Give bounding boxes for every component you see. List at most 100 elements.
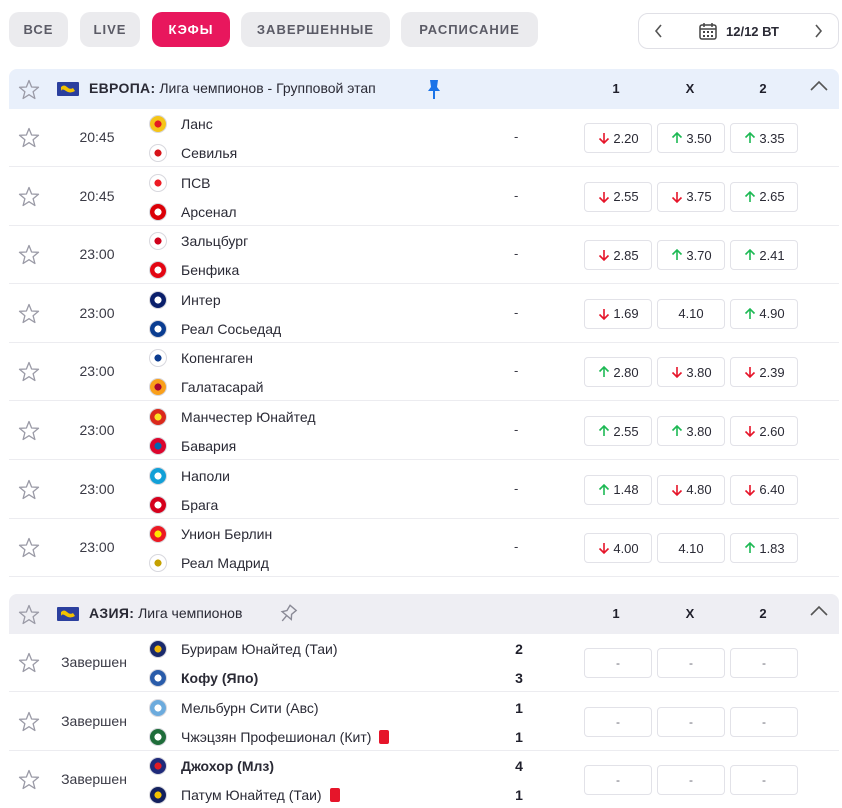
odd-draw-button[interactable]: - <box>657 765 725 796</box>
match-row[interactable]: 23:00 Манчестер Юнайтед Бавария - 2.55 3.… <box>9 402 839 460</box>
home-team[interactable]: Копенгаген <box>149 348 253 368</box>
odd-home-button[interactable]: 1.48 <box>584 474 652 505</box>
match-row[interactable]: 23:00 Наполи Брага - 1.48 4.80 6.40 <box>9 461 839 519</box>
home-team[interactable]: ПСВ <box>149 173 211 193</box>
match-favorite[interactable] <box>17 302 41 329</box>
home-team[interactable]: Бурирам Юнайтед (Таи) <box>149 639 338 659</box>
match-favorite[interactable] <box>17 536 41 563</box>
home-team[interactable]: Ланс <box>149 114 213 134</box>
favorite-star-icon[interactable] <box>17 478 41 502</box>
date-picker-button[interactable]: 12/12 ВТ <box>679 21 798 41</box>
league-favorite[interactable] <box>17 603 41 630</box>
tab-live[interactable]: LIVE <box>80 12 140 47</box>
odd-away-button[interactable]: - <box>730 706 798 737</box>
home-team[interactable]: Зальцбург <box>149 231 248 251</box>
away-team[interactable]: Арсенал <box>149 202 237 222</box>
odd-home-button[interactable]: 1.69 <box>584 298 652 329</box>
match-row[interactable]: Завершен Джохор (Млз) Патум Юнайтед (Таи… <box>9 751 839 808</box>
favorite-star-icon[interactable] <box>17 768 41 792</box>
odd-away-button[interactable]: - <box>730 648 798 678</box>
pin-league-button[interactable] <box>277 603 299 628</box>
tab-odds[interactable]: КЭФЫ <box>152 12 230 47</box>
match-favorite[interactable] <box>17 478 41 505</box>
odd-away-button[interactable]: 2.41 <box>730 240 798 271</box>
favorite-star-icon[interactable] <box>17 419 41 443</box>
odd-draw-button[interactable]: 4.10 <box>657 298 725 329</box>
odd-home-button[interactable]: 4.00 <box>584 533 652 564</box>
odd-draw-button[interactable]: 3.50 <box>657 123 725 153</box>
odd-away-button[interactable]: 6.40 <box>730 474 798 505</box>
odd-draw-button[interactable]: 3.70 <box>657 240 725 271</box>
odd-home-button[interactable]: - <box>584 706 652 737</box>
odd-home-button[interactable]: - <box>584 765 652 796</box>
collapse-button[interactable] <box>809 604 829 621</box>
match-favorite[interactable] <box>17 768 41 795</box>
home-team[interactable]: Унион Берлин <box>149 524 272 544</box>
home-team[interactable]: Джохор (Млз) <box>149 756 274 776</box>
odd-away-button[interactable]: 2.60 <box>730 416 798 446</box>
odd-draw-button[interactable]: - <box>657 648 725 678</box>
match-row[interactable]: 20:45 Ланс Севилья - 2.20 3.50 3.35 <box>9 109 839 167</box>
favorite-star-icon[interactable] <box>17 243 41 267</box>
away-team[interactable]: Галатасарай <box>149 377 263 397</box>
away-team[interactable]: Чжэцзян Профешионал (Кит) <box>149 727 390 747</box>
next-day-button[interactable] <box>798 14 838 48</box>
favorite-star-icon[interactable] <box>17 651 41 675</box>
away-team[interactable]: Патум Юнайтед (Таи) <box>149 785 340 805</box>
tab-all[interactable]: ВСЕ <box>9 12 68 47</box>
match-favorite[interactable] <box>17 360 41 387</box>
favorite-star-icon[interactable] <box>17 603 41 627</box>
away-team[interactable]: Бенфика <box>149 260 239 280</box>
match-row[interactable]: 23:00 Интер Реал Сосьедад - 1.69 4.10 4.90 <box>9 285 839 343</box>
odd-draw-button[interactable]: 4.80 <box>657 474 725 505</box>
home-team[interactable]: Интер <box>149 290 221 310</box>
pin-league-button[interactable] <box>425 78 443 103</box>
away-team[interactable]: Реал Мадрид <box>149 553 269 573</box>
odd-draw-button[interactable]: 3.80 <box>657 357 725 388</box>
odd-away-button[interactable]: 2.39 <box>730 357 798 388</box>
league-header[interactable]: ЕВРОПА: Лига чемпионов - Групповой этап … <box>9 69 839 109</box>
home-team[interactable]: Манчестер Юнайтед <box>149 407 316 427</box>
favorite-star-icon[interactable] <box>17 710 41 734</box>
match-row[interactable]: 23:00 Унион Берлин Реал Мадрид - 4.00 4.1… <box>9 519 839 578</box>
match-favorite[interactable] <box>17 651 41 678</box>
match-favorite[interactable] <box>17 243 41 270</box>
match-row[interactable]: Завершен Мельбурн Сити (Авс) Чжэцзян Про… <box>9 693 839 751</box>
away-team[interactable]: Кофу (Япо) <box>149 668 258 688</box>
away-team[interactable]: Бавария <box>149 436 236 456</box>
favorite-star-icon[interactable] <box>17 185 41 209</box>
odd-away-button[interactable]: 4.90 <box>730 298 798 329</box>
favorite-star-icon[interactable] <box>17 360 41 384</box>
match-favorite[interactable] <box>17 126 41 153</box>
favorite-star-icon[interactable] <box>17 302 41 326</box>
odd-draw-button[interactable]: - <box>657 706 725 737</box>
odd-home-button[interactable]: 2.55 <box>584 416 652 446</box>
odd-home-button[interactable]: 2.55 <box>584 181 652 212</box>
odd-home-button[interactable]: - <box>584 648 652 678</box>
odd-away-button[interactable]: - <box>730 765 798 796</box>
tab-schedule[interactable]: РАСПИСАНИЕ <box>401 12 538 47</box>
favorite-star-icon[interactable] <box>17 536 41 560</box>
away-team[interactable]: Севилья <box>149 143 237 163</box>
match-row[interactable]: 23:00 Зальцбург Бенфика - 2.85 3.70 2.41 <box>9 226 839 285</box>
league-favorite[interactable] <box>17 78 41 105</box>
odd-away-button[interactable]: 2.65 <box>730 181 798 212</box>
collapse-button[interactable] <box>809 79 829 96</box>
league-name[interactable]: АЗИЯ: Лига чемпионов <box>89 605 242 621</box>
match-row[interactable]: 20:45 ПСВ Арсенал - 2.55 3.75 2.65 <box>9 168 839 226</box>
odd-draw-button[interactable]: 3.75 <box>657 181 725 212</box>
tab-finished[interactable]: ЗАВЕРШЕННЫЕ <box>241 12 390 47</box>
favorite-star-icon[interactable] <box>17 78 41 102</box>
match-favorite[interactable] <box>17 185 41 212</box>
odd-draw-button[interactable]: 4.10 <box>657 533 725 564</box>
match-favorite[interactable] <box>17 710 41 737</box>
match-row[interactable]: 23:00 Копенгаген Галатасарай - 2.80 3.80 2… <box>9 343 839 402</box>
odd-home-button[interactable]: 2.20 <box>584 123 652 153</box>
league-header[interactable]: АЗИЯ: Лига чемпионов 1 X 2 <box>9 594 839 634</box>
odd-draw-button[interactable]: 3.80 <box>657 416 725 446</box>
odd-away-button[interactable]: 3.35 <box>730 123 798 153</box>
match-row[interactable]: Завершен Бурирам Юнайтед (Таи) Кофу (Япо… <box>9 634 839 692</box>
match-favorite[interactable] <box>17 419 41 446</box>
odd-home-button[interactable]: 2.85 <box>584 240 652 271</box>
prev-day-button[interactable] <box>639 14 679 48</box>
